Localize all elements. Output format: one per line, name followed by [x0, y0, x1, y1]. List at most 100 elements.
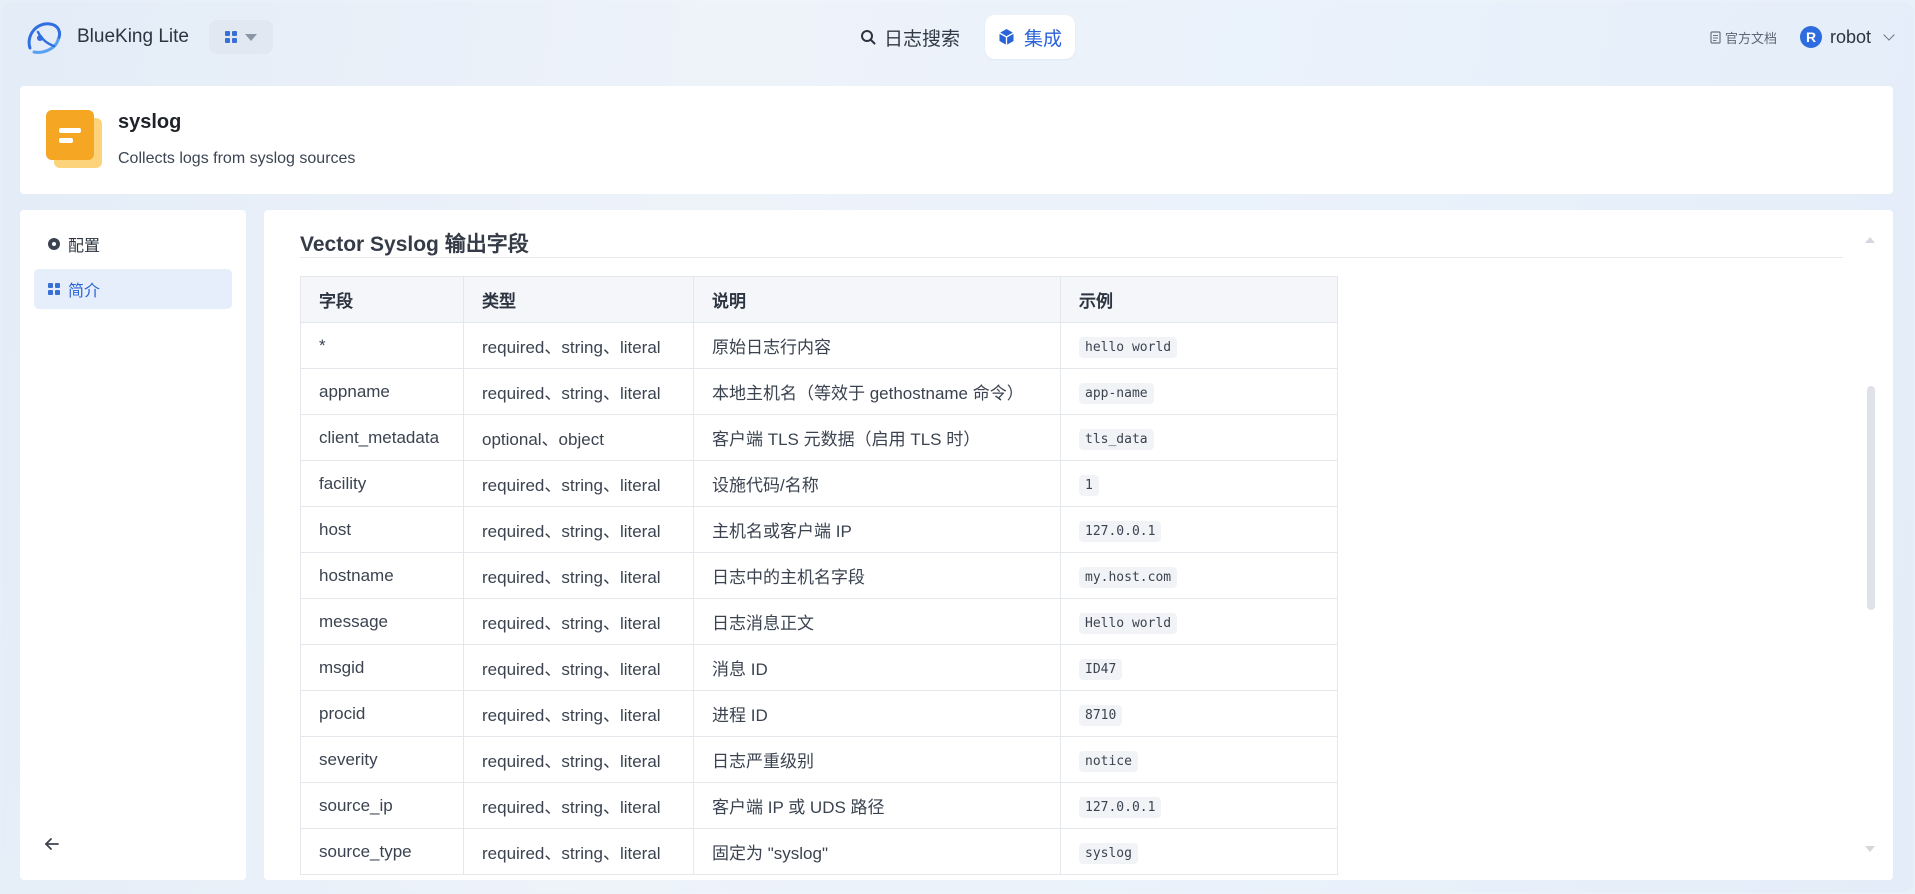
sidebar-item-label: 配置	[68, 238, 101, 255]
scroll-down-arrow[interactable]	[1865, 846, 1875, 852]
nav-integrate-label: 集成	[1023, 28, 1062, 50]
example-code: Hello world	[1079, 612, 1178, 634]
source-description: Collects logs from syslog sources	[118, 150, 356, 167]
cell-description: 设施代码/名称	[693, 460, 1061, 507]
source-header-card: syslog Collects logs from syslog sources	[20, 86, 1893, 194]
nav-log-search-label: 日志搜索	[884, 28, 961, 50]
cell-type: required、string、literal	[463, 736, 694, 783]
table-row: source_type required、string、literal 固定为 "s…	[300, 828, 1338, 875]
column-header: 类型	[463, 276, 694, 323]
example-code: notice	[1079, 750, 1138, 772]
cell-description: 日志消息正文	[693, 598, 1061, 645]
divider	[300, 257, 1843, 258]
document-icon	[1710, 31, 1721, 44]
cell-field: client_metadata	[300, 414, 464, 461]
cell-field: message	[300, 598, 464, 645]
cell-type: optional、object	[463, 414, 694, 461]
fields-table: 字段 类型 说明 示例 * required、string、literal 原始日志…	[300, 276, 1338, 875]
cell-field: facility	[300, 460, 464, 507]
cell-description: 本地主机名（等效于 gethostname 命令）	[693, 368, 1061, 415]
example-code: app-name	[1079, 382, 1154, 404]
cell-field: msgid	[300, 644, 464, 691]
cell-example: 127.0.0.1	[1060, 782, 1338, 829]
example-code: 127.0.0.1	[1079, 520, 1162, 542]
cell-example: 127.0.0.1	[1060, 506, 1338, 553]
table-row: msgid required、string、literal 消息 ID ID47	[300, 644, 1338, 691]
search-icon	[861, 30, 876, 45]
cell-type: required、string、literal	[463, 322, 694, 369]
cell-example: my.host.com	[1060, 552, 1338, 599]
cell-example: app-name	[1060, 368, 1338, 415]
table-header-row: 字段 类型 说明 示例	[300, 276, 1338, 323]
table-row: appname required、string、literal 本地主机名（等效于 …	[300, 368, 1338, 415]
table-row: client_metadata optional、object 客户端 TLS 元数…	[300, 414, 1338, 461]
sidebar-item-intro[interactable]: 简介	[34, 269, 232, 309]
nav-integrate[interactable]: 集成	[985, 15, 1075, 59]
cell-field: host	[300, 506, 464, 553]
source-name: syslog	[118, 111, 182, 133]
sidebar-item-config[interactable]: 配置	[34, 224, 232, 264]
table-row: source_ip required、string、literal 客户端 IP 或…	[300, 782, 1338, 829]
cell-example: hello world	[1060, 322, 1338, 369]
cell-type: required、string、literal	[463, 506, 694, 553]
scroll-up-arrow[interactable]	[1865, 237, 1875, 243]
example-code: 127.0.0.1	[1079, 796, 1162, 818]
docs-link[interactable]: 官方文档	[1710, 28, 1777, 47]
column-header: 说明	[693, 276, 1061, 323]
avatar: R	[1800, 26, 1822, 48]
cell-description: 客户端 IP 或 UDS 路径	[693, 782, 1061, 829]
example-code: hello world	[1079, 336, 1178, 358]
cell-type: required、string、literal	[463, 782, 694, 829]
app-title: BlueKing Lite	[77, 26, 189, 47]
grid-icon	[225, 31, 237, 43]
example-code: syslog	[1079, 842, 1138, 864]
cell-type: required、string、literal	[463, 368, 694, 415]
sidebar-item-label: 简介	[68, 283, 101, 300]
blueking-logo[interactable]	[24, 18, 64, 56]
cell-field: appname	[300, 368, 464, 415]
cell-description: 原始日志行内容	[693, 322, 1061, 369]
cell-type: required、string、literal	[463, 552, 694, 599]
section-title: Vector Syslog 输出字段	[300, 233, 529, 256]
cell-field: severity	[300, 736, 464, 783]
cell-description: 日志严重级别	[693, 736, 1061, 783]
column-header: 示例	[1060, 276, 1338, 323]
user-menu[interactable]: R robot	[1800, 26, 1895, 48]
table-row: procid required、string、literal 进程 ID 8710	[300, 690, 1338, 737]
cell-example: Hello world	[1060, 598, 1338, 645]
cell-example: notice	[1060, 736, 1338, 783]
table-row: * required、string、literal 原始日志行内容 hello wor…	[300, 322, 1338, 369]
cell-description: 固定为 "syslog"	[693, 828, 1061, 875]
cell-example: tls_data	[1060, 414, 1338, 461]
app-switcher-button[interactable]	[209, 20, 273, 54]
table-row: facility required、string、literal 设施代码/名称 1	[300, 460, 1338, 507]
cell-example: syslog	[1060, 828, 1338, 875]
table-row: host required、string、literal 主机名或客户端 IP 127…	[300, 506, 1338, 553]
cell-description: 客户端 TLS 元数据（启用 TLS 时）	[693, 414, 1061, 461]
caret-down-icon	[245, 33, 257, 41]
scrollbar-thumb[interactable]	[1867, 386, 1875, 610]
nav-log-search[interactable]: 日志搜索	[850, 18, 970, 56]
chevron-down-icon	[1883, 29, 1895, 41]
arrow-left-icon[interactable]	[40, 832, 64, 856]
main-content: Vector Syslog 输出字段 字段 类型 说明 示例 * required…	[264, 210, 1893, 880]
table-row: hostname required、string、literal 日志中的主机名字段…	[300, 552, 1338, 599]
column-header: 字段	[300, 276, 464, 323]
table-row: message required、string、literal 日志消息正文 Hell…	[300, 598, 1338, 645]
cell-field: source_ip	[300, 782, 464, 829]
top-header: BlueKing Lite 日志搜索 集成 官方文档 R robot	[2, 2, 1913, 72]
cell-description: 主机名或客户端 IP	[693, 506, 1061, 553]
cell-example: 1	[1060, 460, 1338, 507]
example-code: 8710	[1079, 704, 1123, 726]
example-code: my.host.com	[1079, 566, 1178, 588]
gear-icon	[48, 238, 60, 250]
cell-field: source_type	[300, 828, 464, 875]
sidebar: 配置 简介	[20, 210, 246, 880]
cell-field: *	[300, 322, 464, 369]
cell-field: procid	[300, 690, 464, 737]
cell-description: 消息 ID	[693, 644, 1061, 691]
syslog-source-icon	[46, 110, 102, 168]
cell-example: 8710	[1060, 690, 1338, 737]
grid-icon	[48, 283, 60, 295]
app-window: BlueKing Lite 日志搜索 集成 官方文档 R robot syslo…	[2, 2, 1913, 892]
